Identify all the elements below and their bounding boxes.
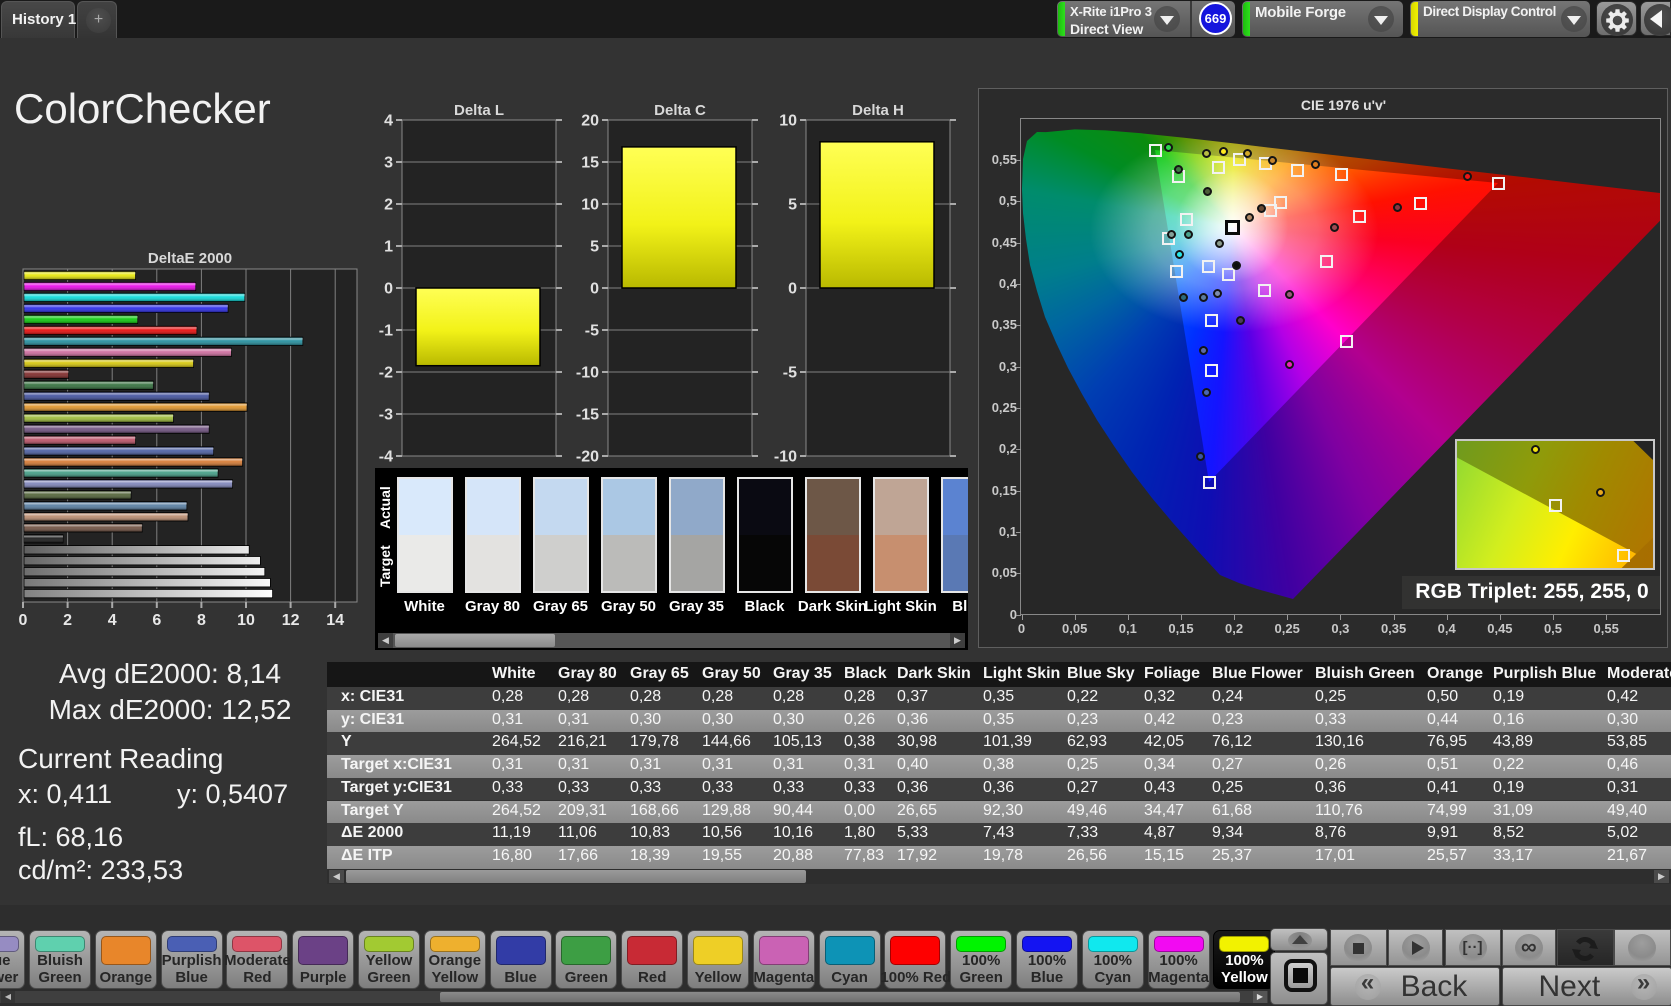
svg-text:1: 1 — [384, 239, 393, 256]
svg-text:-15: -15 — [576, 407, 599, 424]
svg-text:6: 6 — [152, 612, 161, 629]
svg-text:10: 10 — [779, 113, 797, 130]
svg-text:-1: -1 — [379, 323, 393, 340]
svg-text:14: 14 — [326, 612, 344, 629]
svg-text:0: 0 — [590, 281, 599, 298]
svg-text:2: 2 — [384, 197, 393, 214]
svg-text:3: 3 — [384, 155, 393, 172]
svg-text:2: 2 — [63, 612, 72, 629]
svg-text:0: 0 — [19, 612, 28, 629]
svg-text:12: 12 — [282, 612, 300, 629]
svg-text:15: 15 — [581, 155, 599, 172]
svg-text:5: 5 — [788, 197, 797, 214]
svg-text:-20: -20 — [576, 449, 599, 466]
svg-text:5: 5 — [590, 239, 599, 256]
svg-text:0: 0 — [384, 281, 393, 298]
svg-text:10: 10 — [237, 612, 255, 629]
svg-text:-4: -4 — [379, 449, 393, 466]
svg-text:10: 10 — [581, 197, 599, 214]
svg-text:-3: -3 — [379, 407, 393, 424]
svg-text:-10: -10 — [774, 449, 797, 466]
svg-text:8: 8 — [197, 612, 206, 629]
svg-text:-2: -2 — [379, 365, 393, 382]
svg-text:Delta L: Delta L — [454, 102, 504, 119]
svg-text:-10: -10 — [576, 365, 599, 382]
svg-text:-5: -5 — [585, 323, 599, 340]
svg-text:Delta H: Delta H — [852, 102, 904, 119]
svg-text:4: 4 — [108, 612, 117, 629]
svg-text:-5: -5 — [783, 365, 797, 382]
svg-text:4: 4 — [384, 113, 393, 130]
svg-text:Delta C: Delta C — [654, 102, 706, 119]
svg-text:DeltaE 2000: DeltaE 2000 — [148, 250, 232, 267]
svg-text:0: 0 — [788, 281, 797, 298]
svg-text:20: 20 — [581, 113, 599, 130]
